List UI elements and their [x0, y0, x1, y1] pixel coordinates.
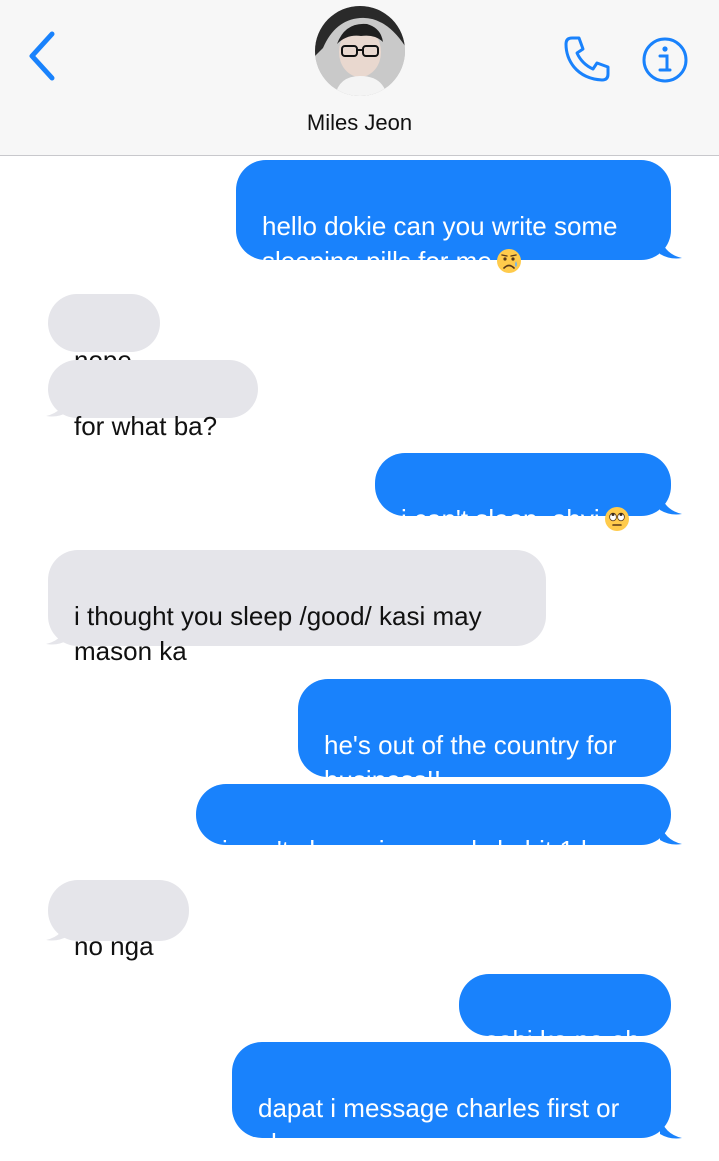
contact-name[interactable]: Miles Jeon — [0, 110, 719, 136]
worried-face-icon — [496, 249, 521, 273]
bubble-tail — [46, 918, 68, 941]
bubble-tail — [46, 622, 68, 645]
back-button[interactable] — [22, 30, 62, 82]
outgoing-message[interactable]: hello dokie can you write some sleeping … — [236, 160, 671, 276]
outgoing-message[interactable]: i can't sleep sige na pls kahit 1 lang — [196, 784, 671, 865]
eye-roll-face-icon — [604, 507, 629, 531]
bubble-tail — [660, 822, 682, 845]
incoming-message[interactable]: no nga — [48, 880, 189, 961]
outgoing-message[interactable]: sabi ko na eh — [459, 974, 671, 1055]
conversation-header: Miles Jeon — [0, 0, 719, 156]
info-icon — [642, 37, 688, 83]
message-text: dapat i message charles first or shua — [258, 1093, 620, 1158]
message-text: hello dokie can you write some sleeping … — [262, 211, 618, 276]
messages-screen: Miles Jeon hello dokie can you write som… — [0, 0, 719, 1161]
bubble-tail — [660, 492, 682, 515]
phone-icon — [564, 36, 610, 82]
outgoing-message[interactable]: dapat i message charles first or shua — [232, 1042, 671, 1158]
outgoing-message[interactable]: i can't sleep, obvi — [375, 453, 671, 534]
bubble-tail — [660, 1116, 682, 1139]
incoming-message[interactable]: i thought you sleep /good/ kasi may maso… — [48, 550, 546, 666]
avatar-photo — [315, 6, 405, 96]
incoming-message[interactable]: for what ba? — [48, 360, 258, 441]
info-button[interactable] — [641, 36, 689, 84]
message-text: i can't sleep sige na pls kahit 1 lang — [222, 835, 631, 865]
outgoing-message[interactable]: he's out of the country for business!! — [298, 679, 671, 795]
message-text: i thought you sleep /good/ kasi may maso… — [74, 601, 482, 666]
message-text: no nga — [74, 931, 154, 961]
incoming-message[interactable]: nope — [48, 294, 160, 375]
avatar[interactable] — [315, 6, 405, 96]
bubble-tail — [660, 236, 682, 259]
bubble-tail — [46, 394, 68, 417]
message-text: i can't sleep, obvi — [401, 504, 600, 534]
message-thread[interactable]: hello dokie can you write some sleeping … — [0, 156, 719, 1161]
message-text: for what ba? — [74, 411, 218, 441]
call-button[interactable] — [562, 34, 612, 84]
chevron-left-icon — [29, 31, 55, 81]
